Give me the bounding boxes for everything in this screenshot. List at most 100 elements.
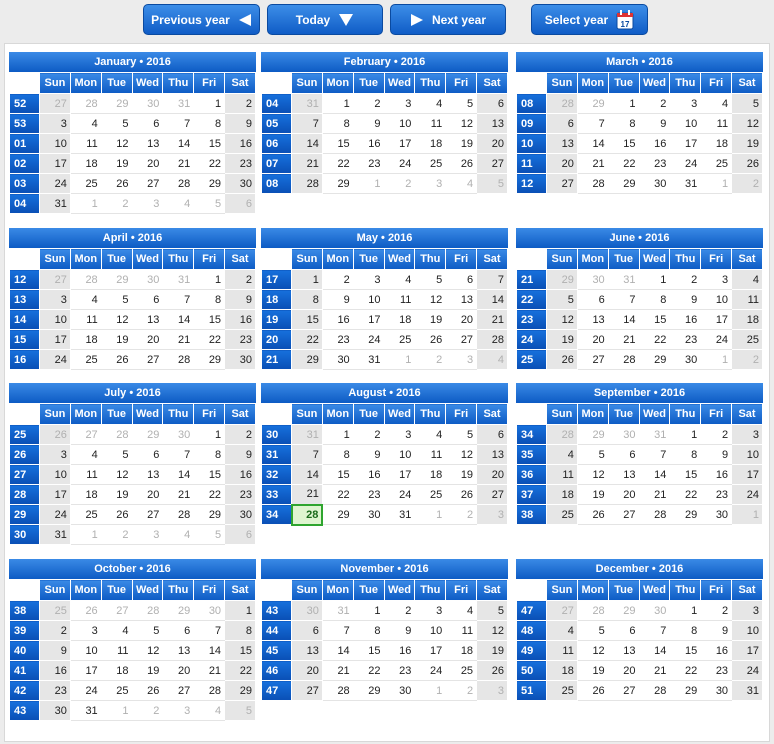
day-cell[interactable]: 30 bbox=[700, 504, 733, 525]
day-cell[interactable]: 2 bbox=[638, 93, 671, 114]
day-cell[interactable]: 13 bbox=[576, 309, 609, 330]
day-cell[interactable]: 2 bbox=[731, 349, 763, 370]
day-cell[interactable]: 19 bbox=[445, 464, 478, 485]
day-cell[interactable]: 9 bbox=[224, 444, 256, 465]
next-year-button[interactable]: Next year bbox=[390, 4, 506, 35]
day-cell[interactable]: 1 bbox=[700, 173, 733, 194]
day-cell[interactable]: 19 bbox=[476, 640, 508, 661]
day-cell[interactable]: 6 bbox=[131, 289, 164, 310]
day-cell[interactable]: 5 bbox=[731, 93, 763, 114]
day-cell[interactable]: 21 bbox=[638, 660, 671, 681]
day-cell[interactable]: 11 bbox=[69, 133, 102, 154]
day-cell[interactable]: 17 bbox=[731, 640, 763, 661]
day-cell[interactable]: 13 bbox=[131, 133, 164, 154]
day-cell[interactable]: 11 bbox=[700, 113, 733, 134]
day-cell[interactable]: 22 bbox=[321, 153, 354, 174]
day-cell[interactable]: 14 bbox=[193, 640, 226, 661]
day-cell[interactable]: 20 bbox=[131, 484, 164, 505]
week-number[interactable]: 25 bbox=[516, 349, 547, 370]
day-cell[interactable]: 8 bbox=[638, 289, 671, 310]
day-cell[interactable]: 16 bbox=[321, 309, 354, 330]
day-cell[interactable]: 25 bbox=[69, 349, 102, 370]
week-number[interactable]: 12 bbox=[9, 269, 40, 290]
week-number[interactable]: 08 bbox=[516, 93, 547, 114]
day-cell[interactable]: 28 bbox=[576, 600, 609, 621]
day-cell[interactable]: 6 bbox=[476, 93, 508, 114]
day-cell[interactable]: 30 bbox=[383, 680, 416, 701]
day-cell[interactable]: 29 bbox=[576, 424, 609, 445]
day-cell[interactable]: 25 bbox=[414, 153, 447, 174]
day-cell[interactable]: 5 bbox=[445, 93, 478, 114]
day-cell[interactable]: 23 bbox=[669, 329, 702, 350]
day-cell[interactable]: 2 bbox=[224, 269, 256, 290]
day-cell[interactable]: 29 bbox=[607, 600, 640, 621]
week-number[interactable]: 47 bbox=[516, 600, 547, 621]
day-cell[interactable]: 17 bbox=[39, 484, 71, 505]
day-cell[interactable]: 13 bbox=[607, 464, 640, 485]
day-cell[interactable]: 2 bbox=[352, 93, 385, 114]
day-cell[interactable]: 24 bbox=[39, 173, 71, 194]
week-number[interactable]: 12 bbox=[516, 173, 547, 194]
day-cell[interactable]: 29 bbox=[607, 173, 640, 194]
day-cell[interactable]: 5 bbox=[576, 620, 609, 641]
day-cell[interactable]: 1 bbox=[414, 504, 447, 525]
day-cell[interactable]: 1 bbox=[731, 504, 763, 525]
day-cell[interactable]: 3 bbox=[383, 93, 416, 114]
day-cell[interactable]: 15 bbox=[224, 640, 256, 661]
day-cell[interactable]: 22 bbox=[669, 484, 702, 505]
day-cell[interactable]: 17 bbox=[39, 329, 71, 350]
day-cell[interactable]: 27 bbox=[131, 504, 164, 525]
day-cell[interactable]: 9 bbox=[700, 444, 733, 465]
today-button[interactable]: Today bbox=[267, 4, 383, 35]
day-cell[interactable]: 3 bbox=[39, 113, 71, 134]
day-cell[interactable]: 10 bbox=[352, 289, 385, 310]
day-cell[interactable]: 15 bbox=[291, 309, 323, 330]
day-cell[interactable]: 25 bbox=[546, 680, 578, 701]
day-cell[interactable]: 14 bbox=[607, 309, 640, 330]
day-cell[interactable]: 28 bbox=[321, 680, 354, 701]
day-cell[interactable]: 12 bbox=[100, 309, 133, 330]
day-cell[interactable]: 8 bbox=[193, 113, 226, 134]
day-cell[interactable]: 11 bbox=[414, 113, 447, 134]
day-cell[interactable]: 23 bbox=[224, 153, 256, 174]
week-number[interactable]: 29 bbox=[9, 504, 40, 525]
week-number[interactable]: 48 bbox=[516, 620, 547, 641]
day-cell[interactable]: 28 bbox=[546, 424, 578, 445]
day-cell[interactable]: 5 bbox=[193, 524, 226, 545]
week-number[interactable]: 11 bbox=[516, 153, 547, 174]
day-cell[interactable]: 3 bbox=[39, 289, 71, 310]
day-cell[interactable]: 17 bbox=[39, 153, 71, 174]
day-cell[interactable]: 26 bbox=[731, 153, 763, 174]
day-cell[interactable]: 3 bbox=[162, 700, 195, 721]
day-cell[interactable]: 16 bbox=[224, 309, 256, 330]
day-cell[interactable]: 27 bbox=[39, 269, 71, 290]
week-number[interactable]: 45 bbox=[261, 640, 292, 661]
week-number[interactable]: 16 bbox=[9, 349, 40, 370]
day-cell[interactable]: 28 bbox=[100, 424, 133, 445]
day-cell[interactable]: 17 bbox=[69, 660, 102, 681]
day-cell[interactable]: 12 bbox=[576, 640, 609, 661]
day-cell[interactable]: 29 bbox=[321, 504, 354, 525]
day-cell[interactable]: 19 bbox=[445, 133, 478, 154]
day-cell[interactable]: 12 bbox=[476, 620, 508, 641]
day-cell[interactable]: 30 bbox=[131, 93, 164, 114]
week-number[interactable]: 22 bbox=[516, 289, 547, 310]
day-cell[interactable]: 12 bbox=[100, 464, 133, 485]
day-cell[interactable]: 5 bbox=[576, 444, 609, 465]
day-cell[interactable]: 30 bbox=[352, 504, 385, 525]
day-cell[interactable]: 22 bbox=[224, 660, 256, 681]
week-number[interactable]: 26 bbox=[9, 444, 40, 465]
day-cell[interactable]: 23 bbox=[383, 660, 416, 681]
day-cell[interactable]: 20 bbox=[607, 660, 640, 681]
day-cell[interactable]: 28 bbox=[476, 329, 508, 350]
day-cell[interactable]: 11 bbox=[383, 289, 416, 310]
week-number[interactable]: 20 bbox=[261, 329, 292, 350]
day-cell[interactable]: 29 bbox=[162, 600, 195, 621]
day-cell[interactable]: 11 bbox=[100, 640, 133, 661]
day-cell[interactable]: 2 bbox=[445, 504, 478, 525]
day-cell[interactable]: 4 bbox=[700, 93, 733, 114]
day-cell[interactable]: 18 bbox=[414, 464, 447, 485]
day-cell[interactable]: 25 bbox=[383, 329, 416, 350]
day-cell[interactable]: 12 bbox=[731, 113, 763, 134]
day-cell[interactable]: 31 bbox=[383, 504, 416, 525]
